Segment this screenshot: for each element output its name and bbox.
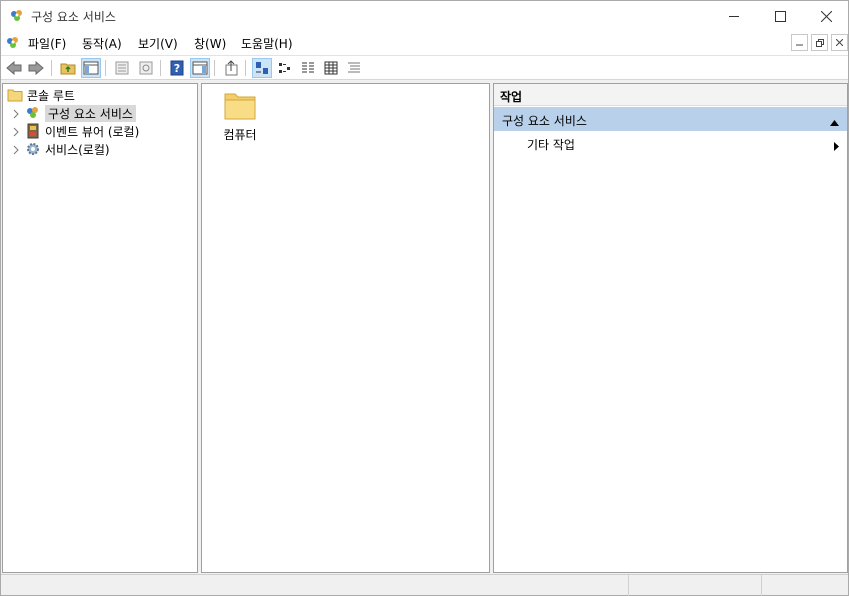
properties-button[interactable] [112, 58, 132, 78]
status-cell [761, 575, 848, 596]
menu-help[interactable]: 도움말(H) [241, 35, 293, 52]
tree-item-label: 이벤트 뷰어 (로컬) [45, 124, 140, 139]
action-pane: 작업 구성 요소 서비스 기타 작업 [493, 83, 848, 573]
action-section-header[interactable]: 구성 요소 서비스 [494, 107, 847, 131]
child-close-button[interactable] [831, 34, 848, 51]
tree-item-label: 구성 요소 서비스 [45, 104, 136, 122]
tree-item-event-viewer[interactable]: 이벤트 뷰어 (로컬) [11, 122, 139, 140]
toolbar-separator [214, 60, 215, 76]
action-section-title: 구성 요소 서비스 [502, 114, 587, 128]
menu-bar: 파일(F) 동작(A) 보기(V) 창(W) 도움말(H) [1, 31, 848, 55]
close-button[interactable] [803, 1, 849, 31]
tree-item-component-services[interactable]: 구성 요소 서비스 [11, 104, 136, 122]
action-pane-header: 작업 [494, 84, 847, 106]
chevron-right-icon[interactable] [11, 126, 21, 137]
component-services-icon [9, 8, 25, 24]
detail-view-button[interactable] [321, 58, 341, 78]
status-bar [1, 574, 848, 596]
action-more-actions[interactable]: 기타 작업 [527, 136, 575, 153]
toolbar-separator [51, 60, 52, 76]
back-button[interactable] [4, 58, 24, 78]
tree-item-services-local[interactable]: 서비스(로컬) [11, 140, 110, 158]
result-pane: 컴퓨터 [201, 83, 490, 573]
title-bar: 구성 요소 서비스 [1, 1, 848, 31]
mmc-window: 구성 요소 서비스 파일(F) 동작(A) 보기(V) 창(W) 도움말(H) [0, 0, 849, 596]
menu-action[interactable]: 동작(A) [82, 35, 122, 52]
small-icons-view-button[interactable] [275, 58, 295, 78]
list-item-label: 컴퓨터 [223, 128, 257, 142]
show-hide-console-tree-button[interactable] [81, 58, 101, 78]
help-button[interactable]: ? [167, 58, 187, 78]
child-restore-button[interactable] [811, 34, 828, 51]
list-view-button[interactable] [298, 58, 318, 78]
child-minimize-button[interactable] [791, 34, 808, 51]
submenu-arrow-icon [834, 140, 839, 154]
console-tree-pane: 콘솔 루트 구성 요소 서비스 이벤트 뷰어 (로컬) 서비스(로컬) [2, 83, 198, 573]
tree-root-label: 콘솔 루트 [27, 88, 75, 103]
menu-file[interactable]: 파일(F) [28, 35, 66, 52]
tree-root[interactable]: 콘솔 루트 [7, 86, 75, 104]
export-list-button[interactable] [221, 58, 241, 78]
toolbar-separator [105, 60, 106, 76]
chevron-right-icon[interactable] [11, 144, 21, 155]
services-gear-icon [25, 141, 41, 157]
forward-button[interactable] [26, 58, 46, 78]
collapse-up-icon[interactable] [830, 115, 839, 129]
status-cell [628, 575, 761, 596]
toolbar-separator [245, 60, 246, 76]
menu-view[interactable]: 보기(V) [138, 35, 178, 52]
toolbar: ? [1, 55, 848, 80]
tree-item-label: 서비스(로컬) [45, 142, 110, 157]
list-item-computers[interactable]: 컴퓨터 [222, 90, 258, 143]
customize-view-button[interactable] [344, 58, 364, 78]
folder-icon [7, 87, 23, 103]
component-services-icon [25, 105, 41, 121]
folder-icon [224, 90, 256, 120]
component-services-icon[interactable] [5, 35, 21, 51]
up-folder-button[interactable] [58, 58, 78, 78]
show-hide-action-pane-button[interactable] [190, 58, 210, 78]
refresh-button[interactable] [136, 58, 156, 78]
minimize-button[interactable] [711, 1, 757, 31]
chevron-right-icon[interactable] [11, 108, 21, 119]
menu-window[interactable]: 창(W) [194, 35, 226, 52]
svg-text:?: ? [174, 62, 180, 75]
window-title: 구성 요소 서비스 [31, 10, 116, 24]
large-icons-view-button[interactable] [252, 58, 272, 78]
event-viewer-icon [25, 123, 41, 139]
maximize-button[interactable] [757, 1, 803, 31]
toolbar-separator [160, 60, 161, 76]
